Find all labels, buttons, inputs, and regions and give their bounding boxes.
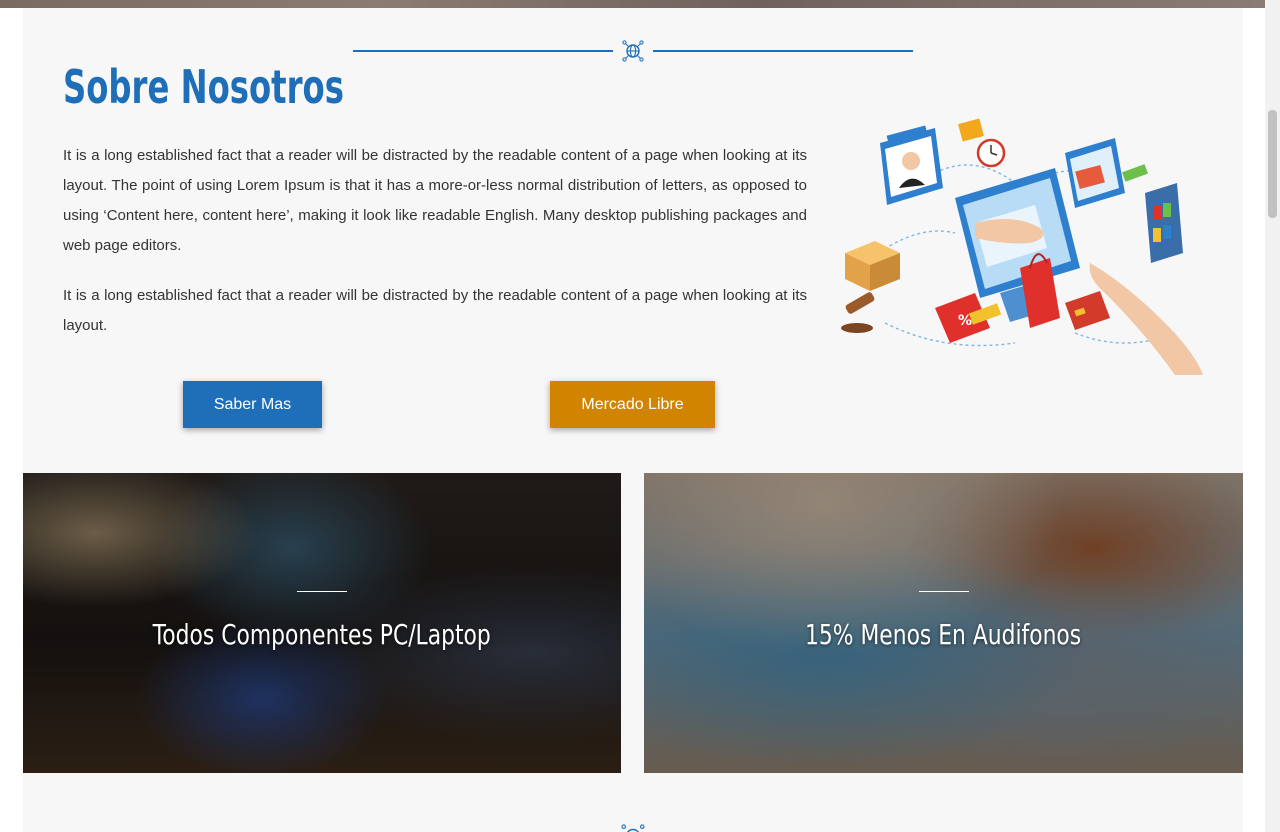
card-rule <box>918 591 969 592</box>
about-paragraph-1: It is a long established fact that a rea… <box>63 147 807 254</box>
page-title: Sobre Nosotros <box>63 60 344 114</box>
online-shopping-illustration: % <box>825 113 1203 375</box>
about-section: Sobre Nosotros It is a long established … <box>23 8 1243 832</box>
globe-icon <box>621 824 645 832</box>
saber-mas-button[interactable]: Saber Mas <box>183 381 322 428</box>
globe-icon <box>613 40 653 62</box>
about-paragraph-2: It is a long established fact that a rea… <box>63 287 807 334</box>
promo-title: 15% Menos En Audifonos <box>805 618 1082 651</box>
top-image-strip <box>0 0 1265 8</box>
promo-card-headphones[interactable]: 15% Menos En Audifonos <box>644 473 1243 773</box>
promo-card-pc-components[interactable]: Todos Componentes PC/Laptop <box>23 473 621 773</box>
divider-line-left <box>353 50 613 52</box>
scrollbar-thumb[interactable] <box>1268 110 1277 218</box>
shelf-shape <box>1145 183 1183 263</box>
page-scrollbar[interactable] <box>1265 0 1280 832</box>
section-divider <box>353 40 913 62</box>
card-rule <box>297 591 347 592</box>
divider-line-right <box>653 50 913 52</box>
mercado-libre-button[interactable]: Mercado Libre <box>550 381 715 428</box>
promo-title: Todos Componentes PC/Laptop <box>152 618 492 651</box>
